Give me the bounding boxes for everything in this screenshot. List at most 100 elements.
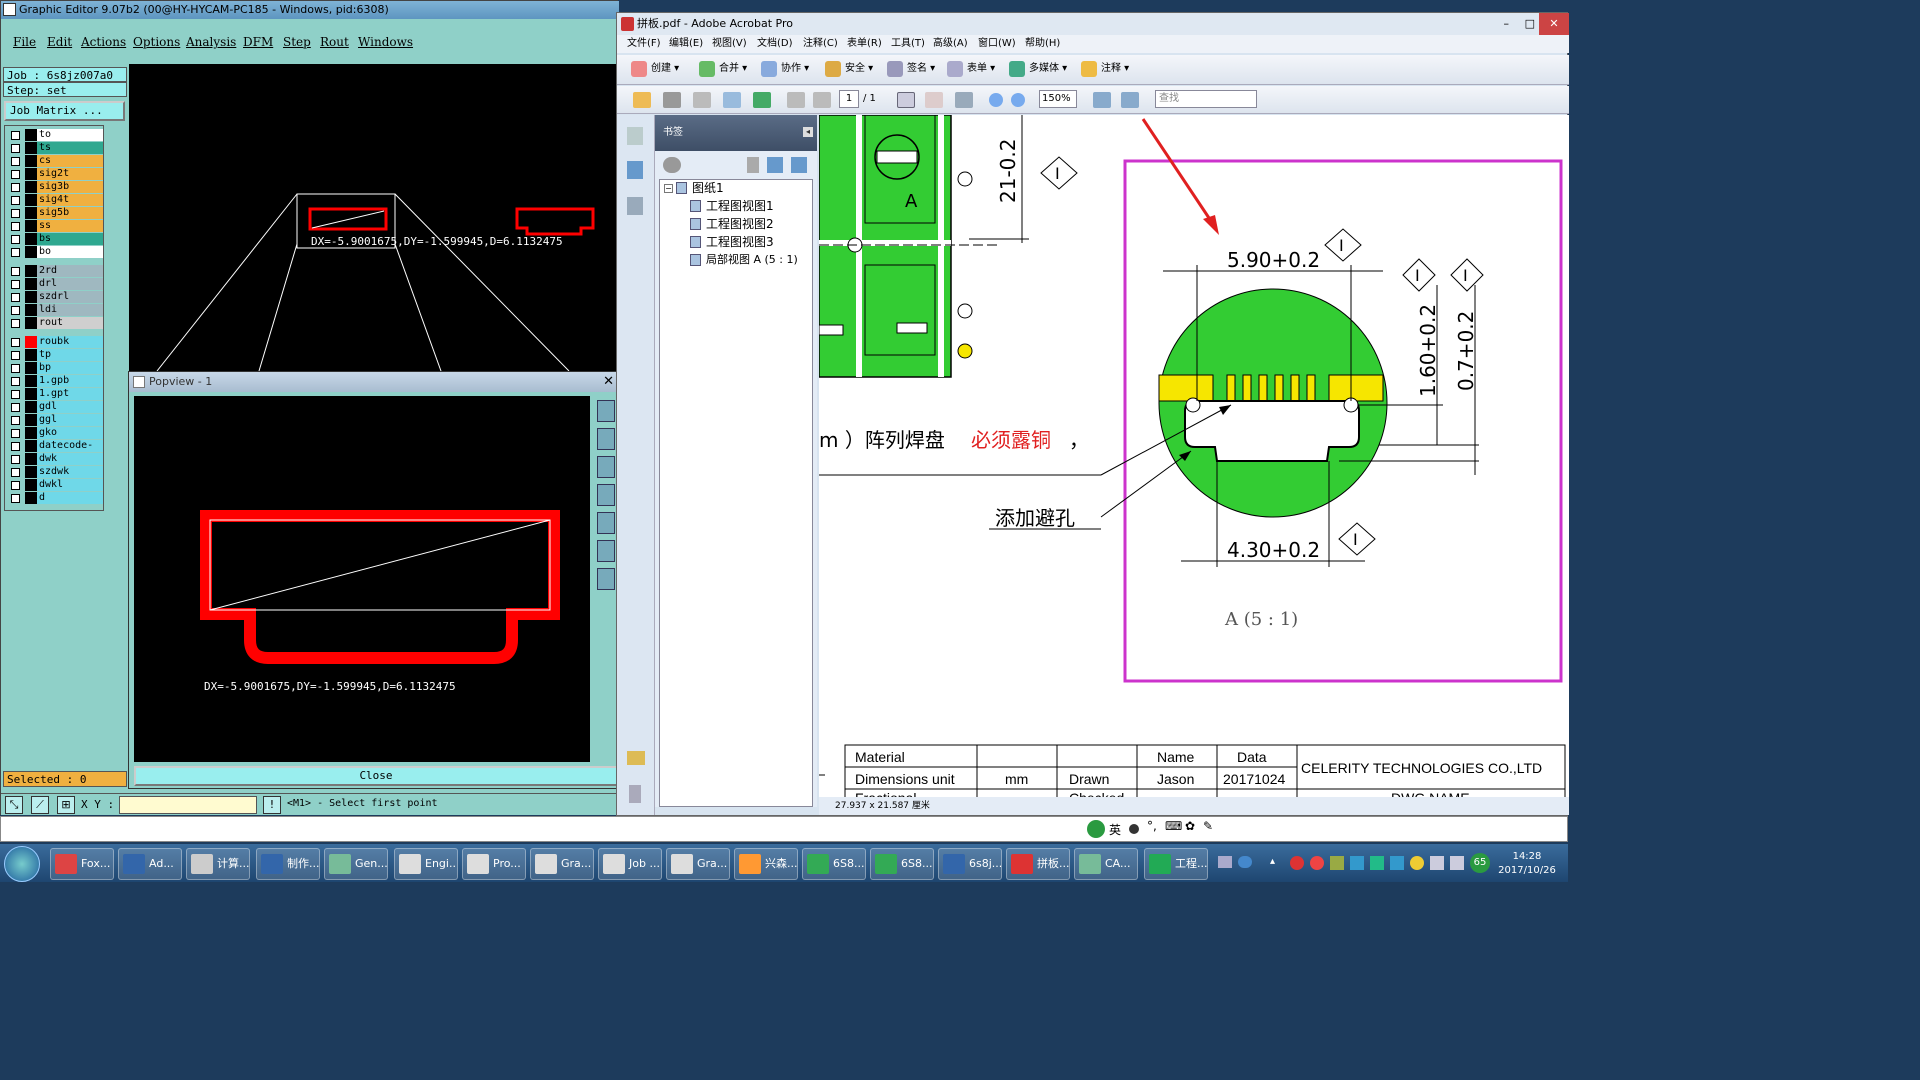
expand-bookmark-icon[interactable]	[791, 157, 807, 173]
layer-checkbox[interactable]	[11, 377, 20, 386]
bookmark-item[interactable]: 图纸1	[676, 180, 724, 196]
menu-view-cn[interactable]: 视图(V)	[712, 35, 747, 53]
pages-icon[interactable]	[627, 127, 643, 145]
layer-checkbox[interactable]	[11, 183, 20, 192]
taskbar-button[interactable]: Engi...	[394, 848, 458, 880]
tray-app-icon[interactable]	[1330, 856, 1344, 870]
layer-color-swatch[interactable]	[25, 466, 37, 478]
attachments-icon[interactable]	[629, 785, 641, 803]
taskbar-button[interactable]: Gra...	[666, 848, 730, 880]
menu-help-cn[interactable]: 帮助(H)	[1025, 35, 1060, 53]
save-icon[interactable]	[693, 92, 711, 108]
layer-row-tp[interactable]: tp	[7, 349, 103, 361]
sign-button[interactable]: 签名 ▾	[887, 61, 935, 77]
wrench-icon[interactable]: ✎	[1203, 819, 1213, 833]
taskbar-button[interactable]: Fox...	[50, 848, 114, 880]
network-icon[interactable]	[1430, 856, 1444, 870]
popview-tool-icon[interactable]	[597, 484, 615, 506]
taskbar-button[interactable]: 兴森...	[734, 848, 798, 880]
taskbar-button[interactable]: Gen...	[324, 848, 388, 880]
job-matrix-button[interactable]: Job Matrix ...	[4, 101, 125, 121]
tray-app-icon[interactable]	[1350, 856, 1364, 870]
popview-canvas[interactable]: DX=-5.9001675,DY=-1.599945,D=6.1132475	[134, 396, 590, 762]
layer-checkbox[interactable]	[11, 306, 20, 315]
new-bookmark-icon[interactable]	[767, 157, 783, 173]
layer-row-sig5b[interactable]: sig5b	[7, 207, 103, 219]
multimedia-button[interactable]: 多媒体 ▾	[1009, 61, 1067, 77]
bookmarks-icon[interactable]	[627, 161, 643, 179]
collaborate-button[interactable]: 协作 ▾	[761, 61, 809, 77]
layer-color-swatch[interactable]	[25, 375, 37, 387]
layer-row-gko[interactable]: gko	[7, 427, 103, 439]
delete-icon[interactable]	[747, 157, 759, 173]
layer-color-swatch[interactable]	[25, 291, 37, 303]
layer-row-ts[interactable]: ts	[7, 142, 103, 154]
layer-checkbox[interactable]	[11, 481, 20, 490]
web-icon[interactable]	[753, 92, 771, 108]
tray-app-icon[interactable]	[1410, 856, 1424, 870]
layer-color-swatch[interactable]	[25, 194, 37, 206]
taskbar-button[interactable]: 6S8...	[802, 848, 866, 880]
tree-toggle-icon[interactable]: −	[664, 184, 673, 193]
menu-step[interactable]: Step	[283, 35, 311, 49]
forms-button[interactable]: 表单 ▾	[947, 61, 995, 77]
taskbar-button[interactable]: Job ...	[598, 848, 662, 880]
tray-app-icon[interactable]	[1290, 856, 1304, 870]
menu-windows[interactable]: Windows	[358, 35, 413, 49]
close-icon[interactable]: ✕	[1539, 13, 1569, 35]
layer-checkbox[interactable]	[11, 442, 20, 451]
layer-color-swatch[interactable]	[25, 207, 37, 219]
layer-checkbox[interactable]	[11, 416, 20, 425]
layer-color-swatch[interactable]	[25, 129, 37, 141]
taskbar-button[interactable]: 6S8...	[870, 848, 934, 880]
start-button[interactable]	[4, 846, 40, 882]
taskbar-button[interactable]: Pro...	[462, 848, 526, 880]
tray-expand-icon[interactable]: ▴	[1270, 856, 1280, 868]
layer-color-swatch[interactable]	[25, 401, 37, 413]
prev-page-icon[interactable]	[787, 92, 805, 108]
layer-row-drl[interactable]: drl	[7, 278, 103, 290]
tray-app-icon[interactable]	[1310, 856, 1324, 870]
layer-checkbox[interactable]	[11, 468, 20, 477]
volume-icon[interactable]	[1450, 856, 1464, 870]
taskbar-button[interactable]: 6s8j...	[938, 848, 1002, 880]
menu-file[interactable]: File	[13, 35, 36, 49]
layer-checkbox[interactable]	[11, 157, 20, 166]
signatures-icon[interactable]	[627, 197, 643, 215]
create-button[interactable]: 创建 ▾	[631, 61, 679, 77]
open-icon[interactable]	[633, 92, 651, 108]
bookmark-item[interactable]: 工程图视图1	[690, 198, 774, 214]
layer-color-swatch[interactable]	[25, 304, 37, 316]
pdf-document-view[interactable]: A 21-0.2 I m ）阵列焊盘 必须露铜 ， 5.90+0.2 I 1.6…	[819, 115, 1569, 799]
layer-checkbox[interactable]	[11, 196, 20, 205]
layer-row-szdwk[interactable]: szdwk	[7, 466, 103, 478]
layer-row-dwk[interactable]: dwk	[7, 453, 103, 465]
layer-row-cs[interactable]: cs	[7, 155, 103, 167]
layer-row-sig3b[interactable]: sig3b	[7, 181, 103, 193]
layer-color-swatch[interactable]	[25, 492, 37, 504]
layer-row-bo[interactable]: bo	[7, 246, 103, 258]
taskbar-button[interactable]: CA...	[1074, 848, 1138, 880]
menu-comment-cn[interactable]: 注释(C)	[803, 35, 838, 53]
taskbar-button[interactable]: 拼板...	[1006, 848, 1070, 880]
layer-color-swatch[interactable]	[25, 246, 37, 258]
layer-checkbox[interactable]	[11, 293, 20, 302]
layer-row-bp[interactable]: bp	[7, 362, 103, 374]
layer-row-1.gpt[interactable]: 1.gpt	[7, 388, 103, 400]
bookmark-item[interactable]: 工程图视图3	[690, 234, 774, 250]
layer-row-2rd[interactable]: 2rd	[7, 265, 103, 277]
security-button[interactable]: 安全 ▾	[825, 61, 873, 77]
taskbar-button[interactable]: Ad...	[118, 848, 182, 880]
tray-icon[interactable]	[1218, 856, 1232, 868]
layer-color-swatch[interactable]	[25, 427, 37, 439]
layer-row-gdl[interactable]: gdl	[7, 401, 103, 413]
layer-checkbox[interactable]	[11, 267, 20, 276]
maximize-icon[interactable]: □	[1525, 13, 1535, 35]
popview-tool-icon[interactable]	[597, 568, 615, 590]
zoom-icon[interactable]	[955, 92, 973, 108]
taskbar-button[interactable]: 计算...	[186, 848, 250, 880]
popview-tool-icon[interactable]	[597, 512, 615, 534]
grid-tool-icon[interactable]: ⊞	[57, 796, 75, 814]
zoom-in-icon[interactable]	[1011, 93, 1025, 107]
tray-app-icon[interactable]	[1370, 856, 1384, 870]
